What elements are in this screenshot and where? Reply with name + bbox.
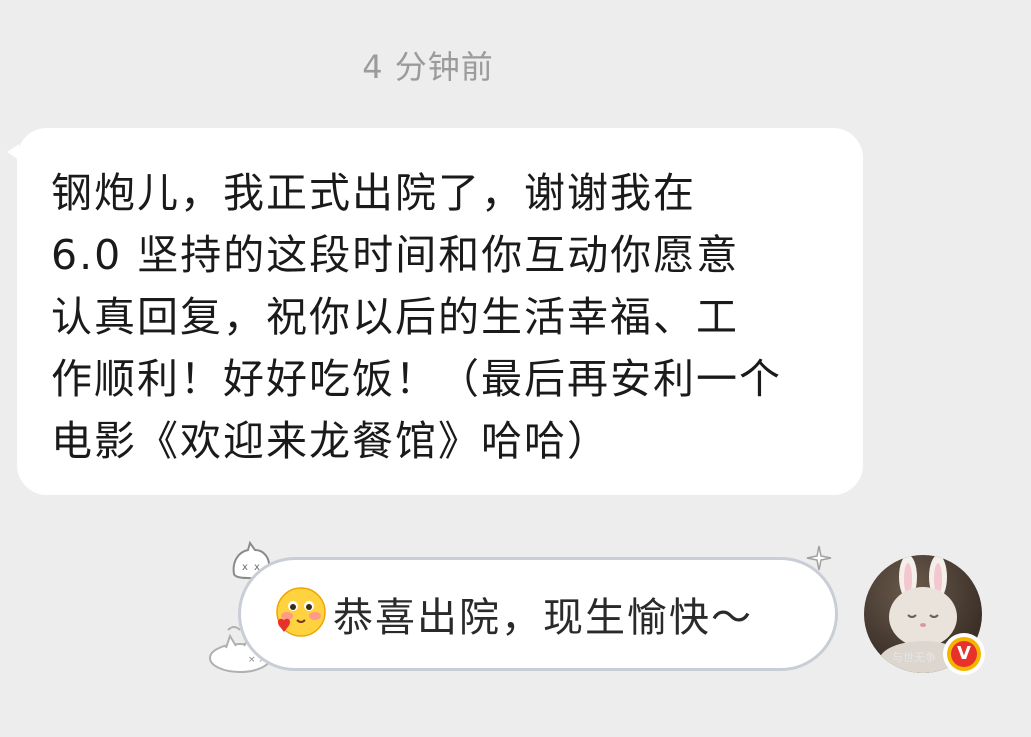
svg-text:x: x: [242, 562, 248, 573]
incoming-message-text: 钢炮儿，我正式出院了，谢谢我在 6.0 坚持的这段时间和你互动你愿意 认真回复，…: [51, 169, 782, 465]
incoming-message-bubble[interactable]: 钢炮儿，我正式出院了，谢谢我在 6.0 坚持的这段时间和你互动你愿意 认真回复，…: [7, 128, 863, 495]
outgoing-message-text: 恭喜出院，现生愉快～: [333, 595, 753, 641]
outgoing-message-bubble[interactable]: 恭喜出院，现生愉快～: [238, 557, 838, 671]
verified-badge-letter: V: [951, 641, 977, 667]
verified-badge: V: [943, 633, 985, 675]
blush-heart-emoji-icon: [276, 587, 326, 637]
avatar-caption: 与世无争: [892, 651, 936, 664]
verified-badge-ring: V: [947, 637, 981, 671]
message-timestamp: 4 分钟前: [362, 48, 494, 86]
